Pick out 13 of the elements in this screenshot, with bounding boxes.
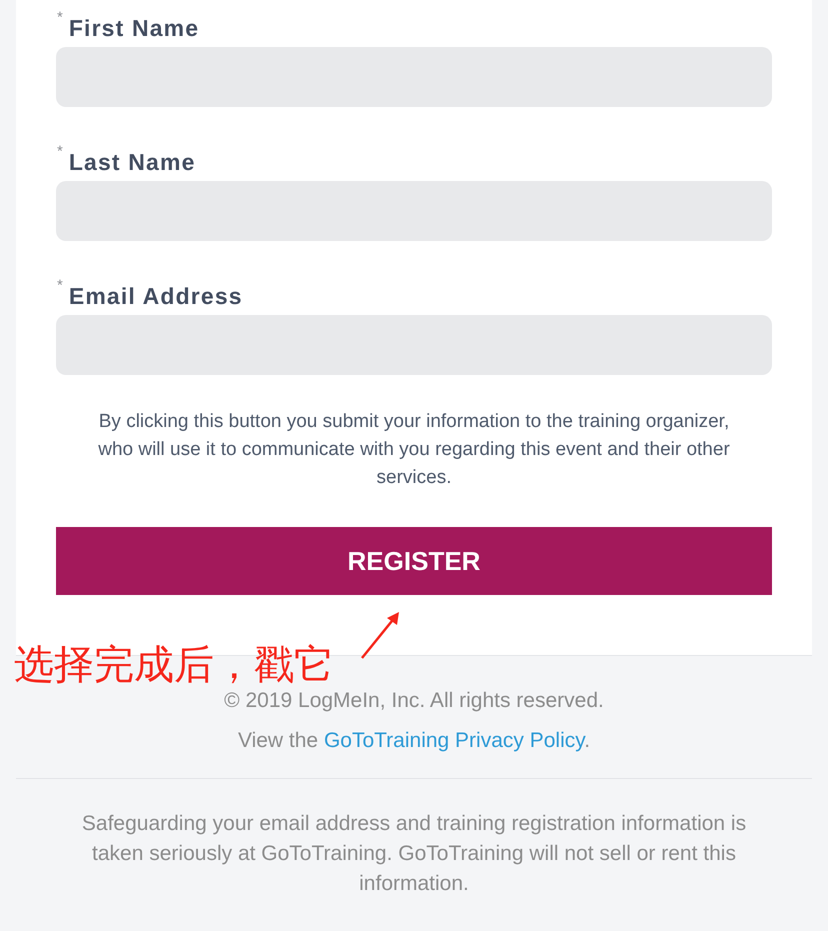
field-label: Last Name: [68, 148, 196, 176]
annotation-text: 选择完成后，戳它: [14, 645, 334, 685]
privacy-notice-text: Safeguarding your email address and training registration information is taken seriously at GoToTraining. GoToTraining will not sell or rent this information.: [80, 811, 748, 897]
required-asterisk: *: [57, 278, 63, 293]
field-label: First Name: [68, 14, 200, 42]
copyright-text: © 2019 LogMeIn, Inc. All rights reserved.: [224, 688, 604, 714]
arrow-annotation: [361, 612, 399, 659]
disclaimer-text: By clicking this button you submit your information to the training organizer, who will use it to communicate with you regarding this event and their other services.: [97, 410, 731, 490]
required-asterisk: *: [57, 144, 63, 159]
required-asterisk: *: [57, 10, 63, 25]
register-button[interactable]: REGISTER: [56, 527, 772, 595]
privacy-text: View the GoToTraining Privacy Policy.: [238, 728, 590, 754]
field-label: Email Address: [68, 282, 243, 310]
